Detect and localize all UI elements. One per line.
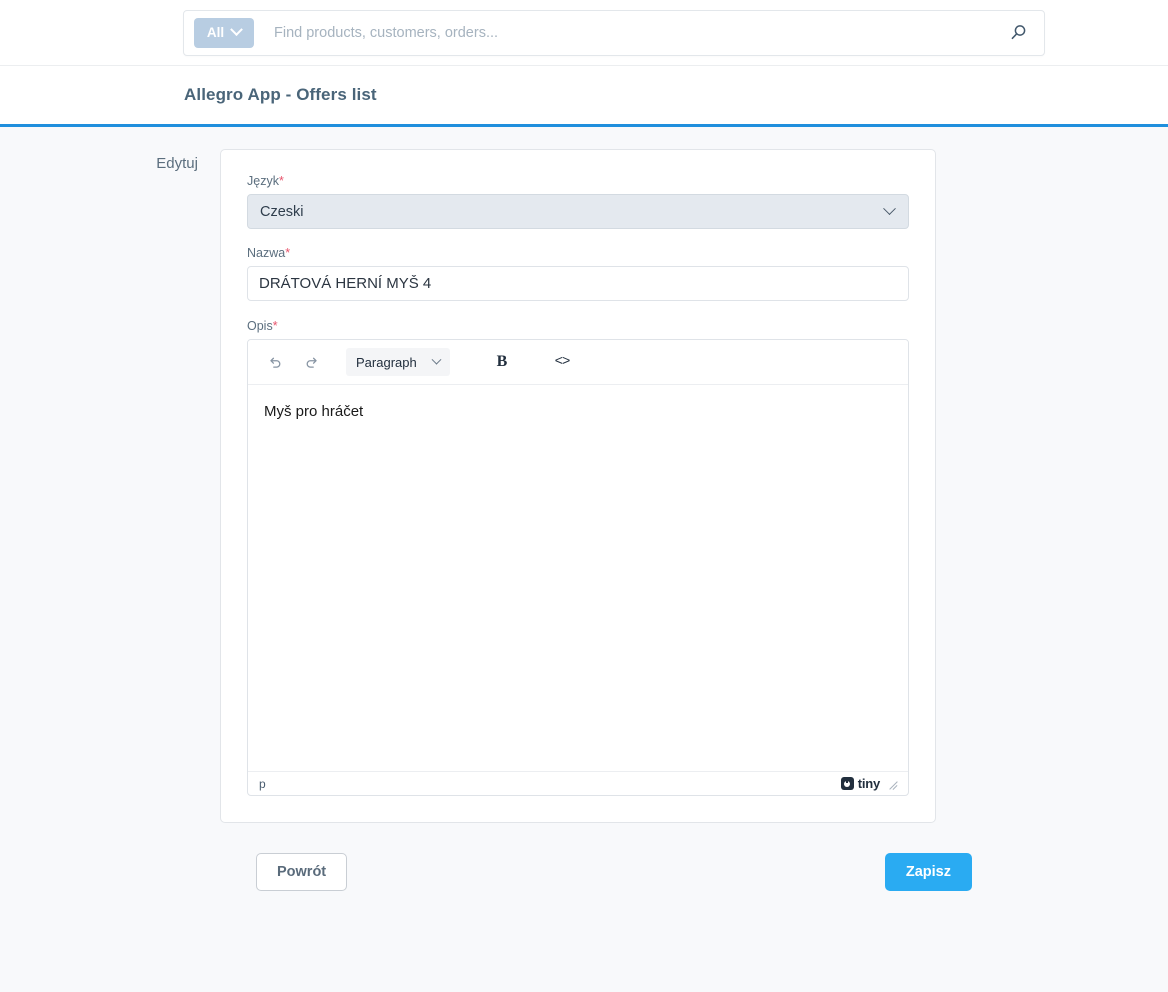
search-icon <box>1011 25 1025 40</box>
editor-paragraph: Myš pro hráčet <box>264 403 364 420</box>
save-button[interactable]: Zapisz <box>884 853 972 891</box>
description-label: Opis* <box>247 319 909 333</box>
chevron-down-icon <box>230 23 243 37</box>
language-select[interactable]: Czeski <box>247 194 909 229</box>
main-content: Edytuj Język* Czeski Nazwa* DRÁTOVÁ HERN… <box>0 127 1168 891</box>
tinymce-logo-icon <box>840 777 854 790</box>
section-label: Edytuj <box>156 155 198 172</box>
resize-grip-icon[interactable] <box>888 778 900 790</box>
page-title: Allegro App - Offers list <box>184 85 377 104</box>
required-asterisk: * <box>285 246 291 260</box>
search-input[interactable] <box>254 23 998 42</box>
edit-form-card: Język* Czeski Nazwa* Opis* <box>220 149 936 823</box>
undo-button[interactable] <box>259 347 289 377</box>
search-scope-label: All <box>206 25 225 40</box>
form-actions: Powrót Zapisz <box>256 853 972 891</box>
edit-form-row: Edytuj Język* Czeski Nazwa* DRÁTOVÁ HERN… <box>0 149 1168 823</box>
chevron-down-icon <box>883 202 896 216</box>
source-code-button[interactable]: <> <box>547 347 577 377</box>
page-header: Allegro App - Offers list <box>0 66 1168 127</box>
redo-button[interactable] <box>297 347 327 377</box>
source-code-label: <> <box>554 354 571 370</box>
description-field: Opis* Paragraph B <> Myš pro hráčet p ti… <box>247 319 909 796</box>
name-field: Nazwa* <box>247 246 909 301</box>
element-path: p <box>259 776 266 791</box>
undo-icon <box>269 357 280 368</box>
block-format-select[interactable]: Paragraph <box>346 348 450 376</box>
rich-text-editor: Paragraph B <> Myš pro hráčet p tiny <box>247 339 909 796</box>
global-search-container: All <box>183 9 1045 56</box>
description-label-text: Opis <box>247 319 273 333</box>
top-search-bar: All <box>0 0 1168 66</box>
language-select-value: Czeski <box>260 203 304 220</box>
chevron-down-icon <box>431 354 442 365</box>
bold-button[interactable]: B <box>487 347 517 377</box>
language-label: Język* <box>247 174 909 188</box>
name-input[interactable] <box>247 266 909 301</box>
back-button[interactable]: Powrót <box>256 853 348 891</box>
search-submit-button[interactable] <box>998 13 1038 53</box>
editor-toolbar: Paragraph B <> <box>248 340 908 385</box>
search-scope-button[interactable]: All <box>194 17 254 48</box>
required-asterisk: * <box>278 174 284 188</box>
name-label: Nazwa* <box>247 246 909 260</box>
editor-content-area[interactable]: Myš pro hráčet <box>248 385 908 771</box>
language-field: Język* Czeski <box>247 174 909 229</box>
block-format-value: Paragraph <box>356 354 417 370</box>
tinymce-brand-label: tiny <box>857 776 881 791</box>
required-asterisk: * <box>272 319 278 333</box>
language-label-text: Język <box>247 174 279 188</box>
name-label-text: Nazwa <box>247 246 286 260</box>
tinymce-brand[interactable]: tiny <box>840 776 881 791</box>
bold-label: B <box>496 353 508 370</box>
redo-icon <box>306 357 317 368</box>
editor-status-bar: p tiny <box>248 771 908 795</box>
